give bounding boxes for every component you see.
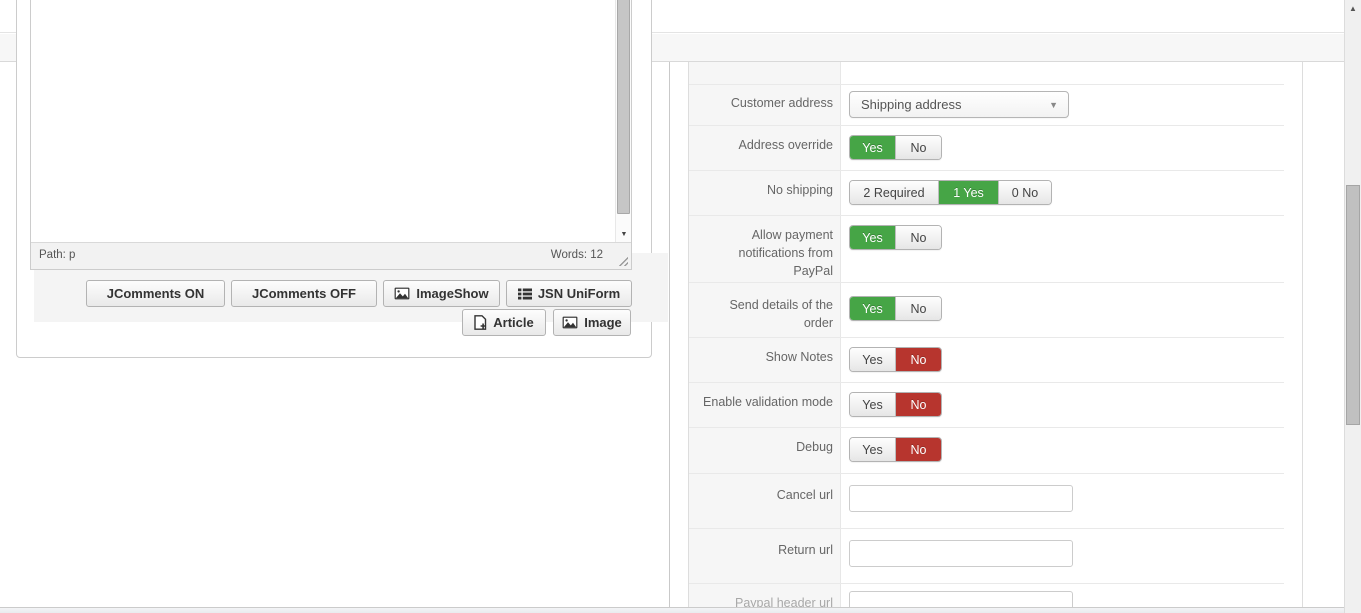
settings-row-validation-mode: Enable validation mode Yes No [689, 383, 1302, 428]
toggle-no-button[interactable]: No [896, 438, 941, 461]
jcomments-on-button[interactable]: JComments ON [86, 280, 225, 307]
settings-row-show-notes: Show Notes Yes No [689, 338, 1302, 383]
field-label: Address override [689, 126, 841, 171]
send-details-toggle: Yes No [849, 296, 942, 321]
bottom-edge-strip [0, 607, 1344, 613]
editor-word-count: Words: 12 [550, 249, 603, 261]
resize-grip[interactable] [617, 255, 628, 266]
cancel-url-input[interactable] [849, 485, 1073, 512]
debug-toggle: Yes No [849, 437, 942, 462]
option-1-yes-button[interactable]: 1 Yes [939, 181, 999, 204]
show-notes-toggle: Yes No [849, 347, 942, 372]
settings-row-partial [689, 62, 1302, 85]
imageshow-button[interactable]: ImageShow [383, 280, 500, 307]
return-url-input[interactable] [849, 540, 1073, 567]
scroll-down-arrow-icon[interactable]: ▼ [616, 231, 632, 238]
scroll-up-arrow-icon[interactable]: ▲ [1345, 4, 1361, 13]
image-icon [394, 287, 410, 300]
settings-row-send-details: Send details of the order Yes No [689, 283, 1302, 338]
toggle-yes-button[interactable]: Yes [850, 297, 896, 320]
settings-row-customer-address: Customer address Shipping address ▼ [689, 85, 1302, 126]
article-button[interactable]: Article [462, 309, 546, 336]
image-icon [562, 316, 578, 329]
toggle-no-button[interactable]: No [896, 226, 941, 249]
customer-address-select[interactable]: Shipping address ▼ [849, 91, 1069, 118]
field-label: Send details of the order [689, 283, 841, 338]
editor-statusbar: Path: p Words: 12 [31, 242, 631, 269]
toggle-no-button[interactable]: No [896, 393, 941, 416]
no-shipping-button-group: 2 Required 1 Yes 0 No [849, 180, 1052, 205]
list-icon [517, 288, 532, 300]
payment-notifications-toggle: Yes No [849, 225, 942, 250]
editor-xtd-buttons-row2: Article Image [462, 309, 631, 336]
toggle-no-button[interactable]: No [896, 136, 941, 159]
chevron-down-icon: ▼ [1049, 100, 1058, 110]
article-icon [474, 315, 487, 330]
settings-row-payment-notifications: Allow payment notifications from PayPal … [689, 216, 1302, 283]
field-label: Customer address [689, 85, 841, 126]
toggle-yes-button[interactable]: Yes [850, 136, 896, 159]
validation-mode-toggle: Yes No [849, 392, 942, 417]
toggle-no-button[interactable]: No [896, 297, 941, 320]
address-override-toggle: Yes No [849, 135, 942, 160]
pane-divider [669, 62, 670, 613]
field-label: Show Notes [689, 338, 841, 383]
editor-path-label: Path: p [39, 249, 76, 261]
field-label: Debug [689, 428, 841, 474]
field-label: Return url [689, 529, 841, 584]
editor-scrollbar[interactable]: ▼ [615, 0, 631, 244]
toggle-yes-button[interactable]: Yes [850, 438, 896, 461]
page-scrollbar-thumb[interactable] [1346, 185, 1360, 425]
editor-xtd-buttons-row1: JComments ON JComments OFF ImageShow JSN… [86, 280, 632, 307]
settings-row-debug: Debug Yes No [689, 428, 1302, 474]
field-label: Cancel url [689, 474, 841, 529]
option-2-required-button[interactable]: 2 Required [850, 181, 939, 204]
field-label: Allow payment notifications from PayPal [689, 216, 841, 283]
page-scrollbar[interactable]: ▲ [1344, 0, 1361, 613]
wysiwyg-editor: ▼ Path: p Words: 12 [30, 0, 632, 270]
editor-scrollbar-thumb[interactable] [617, 0, 630, 214]
settings-row-no-shipping: No shipping 2 Required 1 Yes 0 No [689, 171, 1302, 216]
toggle-yes-button[interactable]: Yes [850, 393, 896, 416]
option-0-no-button[interactable]: 0 No [999, 181, 1051, 204]
settings-row-cancel-url: Cancel url [689, 474, 1302, 529]
toggle-yes-button[interactable]: Yes [850, 348, 896, 371]
image-button[interactable]: Image [553, 309, 631, 336]
settings-row-address-override: Address override Yes No [689, 126, 1302, 171]
admin-page: POWERADMIN Site Users Menus Content Comp… [0, 0, 1361, 613]
settings-row-return-url: Return url [689, 529, 1302, 584]
jsn-uniform-button[interactable]: JSN UniForm [506, 280, 632, 307]
settings-panel: Customer address Shipping address ▼ Addr… [688, 62, 1303, 613]
toggle-yes-button[interactable]: Yes [850, 226, 896, 249]
toggle-no-button[interactable]: No [896, 348, 941, 371]
field-label: No shipping [689, 171, 841, 216]
field-label: Enable validation mode [689, 383, 841, 428]
editor-content-area[interactable] [31, 0, 616, 244]
jcomments-off-button[interactable]: JComments OFF [231, 280, 377, 307]
